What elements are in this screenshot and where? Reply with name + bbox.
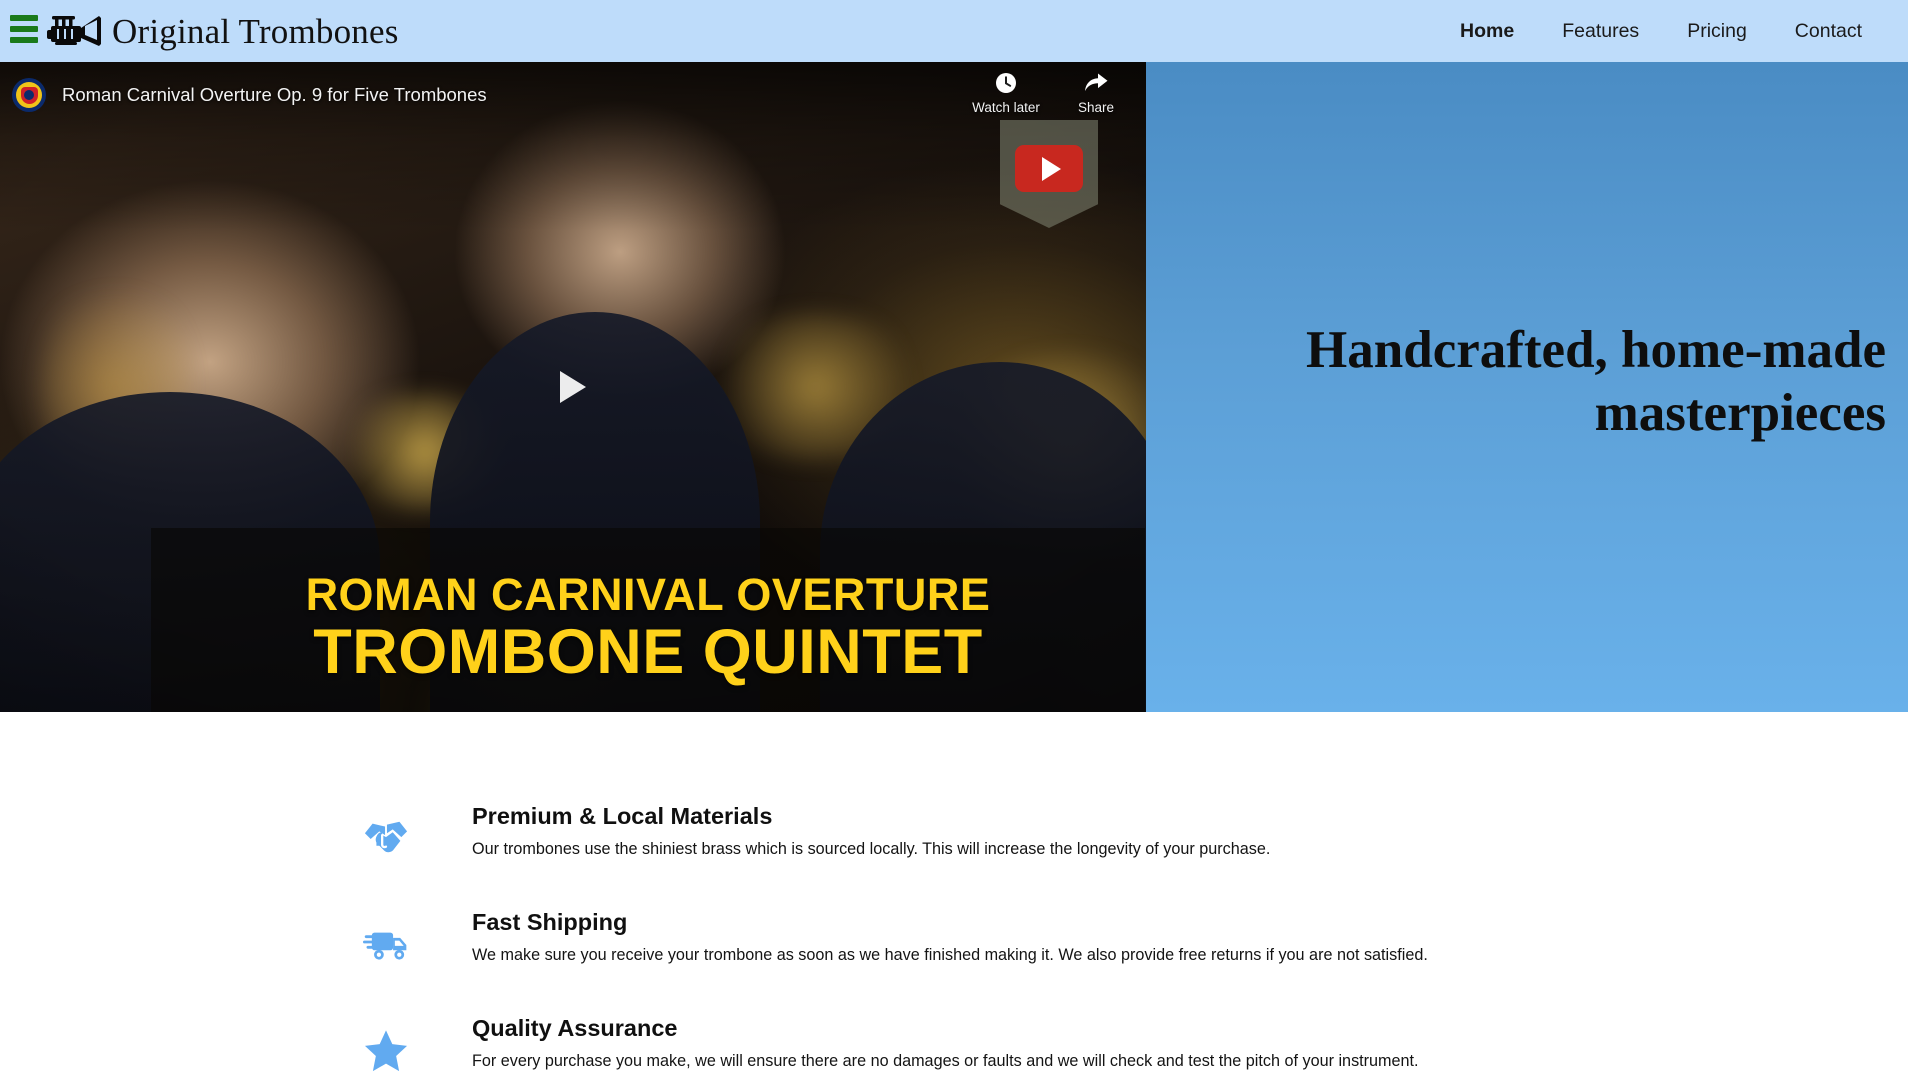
share-label: Share <box>1077 100 1115 115</box>
brand-name[interactable]: Original Trombones <box>112 14 399 49</box>
hamburger-menu-icon[interactable] <box>10 13 40 45</box>
site-header: Original Trombones Home Features Pricing… <box>0 0 1908 62</box>
nav-link-home[interactable]: Home <box>1436 20 1538 43</box>
main-navigation: Home Features Pricing Contact <box>1436 20 1908 43</box>
feature-item-shipping: Fast Shipping We make sure you receive y… <box>0 909 1908 976</box>
feature-text: Premium & Local Materials Our trombones … <box>472 803 1271 859</box>
trumpet-icon <box>44 11 106 51</box>
feature-description: Our trombones use the shiniest brass whi… <box>472 839 1271 858</box>
feature-title: Quality Assurance <box>472 1015 678 1041</box>
feature-item-quality: Quality Assurance For every purchase you… <box>0 1015 1908 1082</box>
nav-link-pricing[interactable]: Pricing <box>1663 20 1771 43</box>
video-title[interactable]: Roman Carnival Overture Op. 9 for Five T… <box>62 84 487 106</box>
video-play-button[interactable] <box>550 364 596 410</box>
feature-item-materials: Premium & Local Materials Our trombones … <box>0 803 1908 870</box>
avatar-center <box>24 90 34 100</box>
brand-group: Original Trombones <box>10 11 399 51</box>
share-button[interactable]: Share <box>1065 70 1127 115</box>
nav-link-contact[interactable]: Contact <box>1771 20 1886 43</box>
feature-description: We make sure you receive your trombone a… <box>472 945 1428 964</box>
youtube-play-button[interactable] <box>1015 145 1083 192</box>
youtube-video-player[interactable]: Roman Carnival Overture Op. 9 for Five T… <box>0 62 1146 712</box>
feature-title: Premium & Local Materials <box>472 803 773 829</box>
watch-later-label: Watch later <box>972 100 1040 115</box>
play-icon <box>560 371 586 403</box>
hero-headline: Handcrafted, home-made masterpieces <box>1306 321 1886 442</box>
feature-text: Quality Assurance For every purchase you… <box>472 1015 1419 1071</box>
hero-blue-panel: Handcrafted, home-made masterpieces <box>1146 62 1908 712</box>
feature-title: Fast Shipping <box>472 909 628 935</box>
star-icon <box>355 1020 417 1082</box>
watch-later-button[interactable]: Watch later <box>972 70 1040 115</box>
channel-avatar-icon[interactable] <box>12 78 46 112</box>
feature-text: Fast Shipping We make sure you receive y… <box>472 909 1428 965</box>
share-arrow-icon <box>1083 70 1109 96</box>
hamburger-bar <box>10 26 38 32</box>
hamburger-bar <box>10 37 38 43</box>
clock-icon <box>994 70 1018 96</box>
play-icon <box>1042 156 1061 181</box>
hamburger-bar <box>10 15 38 21</box>
hero-section: Roman Carnival Overture Op. 9 for Five T… <box>0 62 1908 712</box>
shipping-truck-icon <box>355 914 417 976</box>
feature-description: For every purchase you make, we will ens… <box>472 1051 1419 1070</box>
nav-link-features[interactable]: Features <box>1538 20 1663 43</box>
video-action-buttons: Watch later Share <box>972 70 1127 115</box>
handshake-icon <box>355 808 417 870</box>
features-section: Premium & Local Materials Our trombones … <box>0 712 1908 1078</box>
